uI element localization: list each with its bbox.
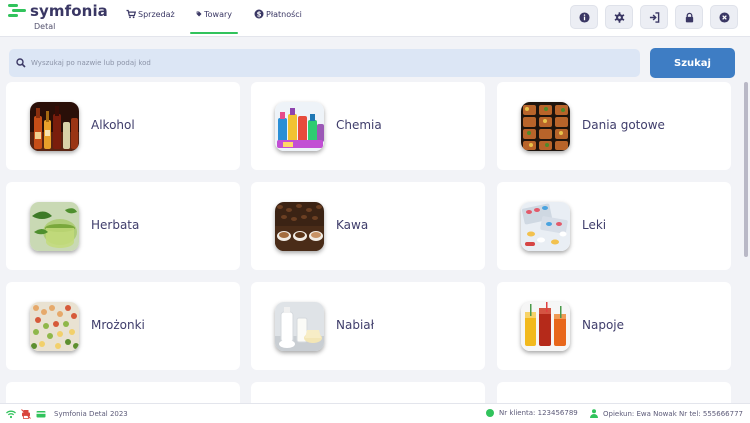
category-card-napoje[interactable]: Napoje xyxy=(497,282,731,370)
logo-subtitle: Detal xyxy=(34,22,56,31)
person-icon xyxy=(590,409,598,418)
printer-off-icon xyxy=(21,409,31,419)
category-card-dania-gotowe[interactable]: Dania gotowe xyxy=(497,82,731,170)
coffee-image xyxy=(275,202,324,251)
wifi-icon xyxy=(6,410,16,419)
tab-goods[interactable]: Towary xyxy=(188,0,240,37)
drinks-image xyxy=(521,302,570,351)
category-card-kawa[interactable]: Kawa xyxy=(251,182,485,270)
pills-image xyxy=(521,202,570,251)
logout-button[interactable] xyxy=(640,5,668,29)
category-label: Dania gotowe xyxy=(582,118,665,132)
search-button[interactable]: Szukaj xyxy=(650,48,735,78)
carer-info: Opiekun: Ewa Nowak Nr tel: 555666777 xyxy=(590,409,743,418)
category-label: Chemia xyxy=(336,118,382,132)
lock-icon xyxy=(685,12,693,22)
category-card-mrozonki[interactable]: Mrożonki xyxy=(6,282,240,370)
payment-card-icon xyxy=(36,411,46,418)
category-card-partial[interactable] xyxy=(497,382,731,403)
svg-text:$: $ xyxy=(257,11,262,19)
cart-icon xyxy=(126,9,136,19)
close-icon xyxy=(718,11,730,23)
alcohol-bottles-image xyxy=(30,102,79,151)
tab-goods-label: Towary xyxy=(204,10,232,19)
search-input[interactable] xyxy=(31,49,631,77)
category-label: Nabiał xyxy=(336,318,375,332)
category-card-alkohol[interactable]: Alkohol xyxy=(6,82,240,170)
category-label: Kawa xyxy=(336,218,369,232)
status-dot-icon xyxy=(486,409,494,417)
cleaning-products-image xyxy=(275,102,324,151)
category-label: Mrożonki xyxy=(91,318,145,332)
logo-text: symfonia xyxy=(30,2,108,20)
scrollbar-thumb[interactable] xyxy=(744,82,748,257)
info-button[interactable] xyxy=(570,5,598,29)
settings-button[interactable] xyxy=(605,5,633,29)
category-label: Napoje xyxy=(582,318,625,332)
toolbar xyxy=(570,5,738,29)
ready-meals-image xyxy=(521,102,570,151)
status-icons xyxy=(6,409,46,419)
tea-image xyxy=(30,202,79,251)
app-header: symfonia Detal Sprzedaż Towary $ Płatnoś… xyxy=(0,0,750,37)
search-icon xyxy=(16,58,26,68)
category-card-partial[interactable] xyxy=(6,382,240,403)
tab-payments[interactable]: $ Płatności xyxy=(246,0,310,37)
search-bar xyxy=(9,49,640,77)
category-label: Leki xyxy=(582,218,607,232)
category-label: Alkohol xyxy=(91,118,135,132)
tags-icon xyxy=(196,11,202,17)
carer-contact: Opiekun: Ewa Nowak Nr tel: 555666777 xyxy=(603,409,743,418)
main-nav: Sprzedaż Towary $ Płatności xyxy=(118,0,310,37)
logo-mark-icon xyxy=(8,4,26,20)
frozen-vegetables-image xyxy=(30,302,79,351)
client-number: Nr klienta: 123456789 xyxy=(499,409,578,417)
tab-sales[interactable]: Sprzedaż xyxy=(118,0,188,37)
gear-icon xyxy=(614,11,624,23)
category-card-herbata[interactable]: Herbata xyxy=(6,182,240,270)
tab-payments-label: Płatności xyxy=(266,10,302,19)
category-card-partial[interactable] xyxy=(251,382,485,403)
app-version-label: Symfonia Detal 2023 xyxy=(54,410,128,418)
status-bar: Symfonia Detal 2023 Nr klienta: 12345678… xyxy=(0,403,750,423)
logout-icon xyxy=(649,11,659,23)
category-card-leki[interactable]: Leki xyxy=(497,182,731,270)
close-button[interactable] xyxy=(710,5,738,29)
app-logo: symfonia Detal xyxy=(8,2,108,33)
category-grid: Alkohol Chemia Dania gotowe Herbata Kawa… xyxy=(0,82,742,403)
category-label: Herbata xyxy=(91,218,140,232)
dollar-circle-icon: $ xyxy=(254,9,264,19)
info-icon xyxy=(578,11,590,23)
dairy-image xyxy=(275,302,324,351)
category-card-nabial[interactable]: Nabiał xyxy=(251,282,485,370)
tab-sales-label: Sprzedaż xyxy=(138,10,175,19)
category-card-chemia[interactable]: Chemia xyxy=(251,82,485,170)
lock-button[interactable] xyxy=(675,5,703,29)
client-info: Nr klienta: 123456789 xyxy=(486,409,578,417)
